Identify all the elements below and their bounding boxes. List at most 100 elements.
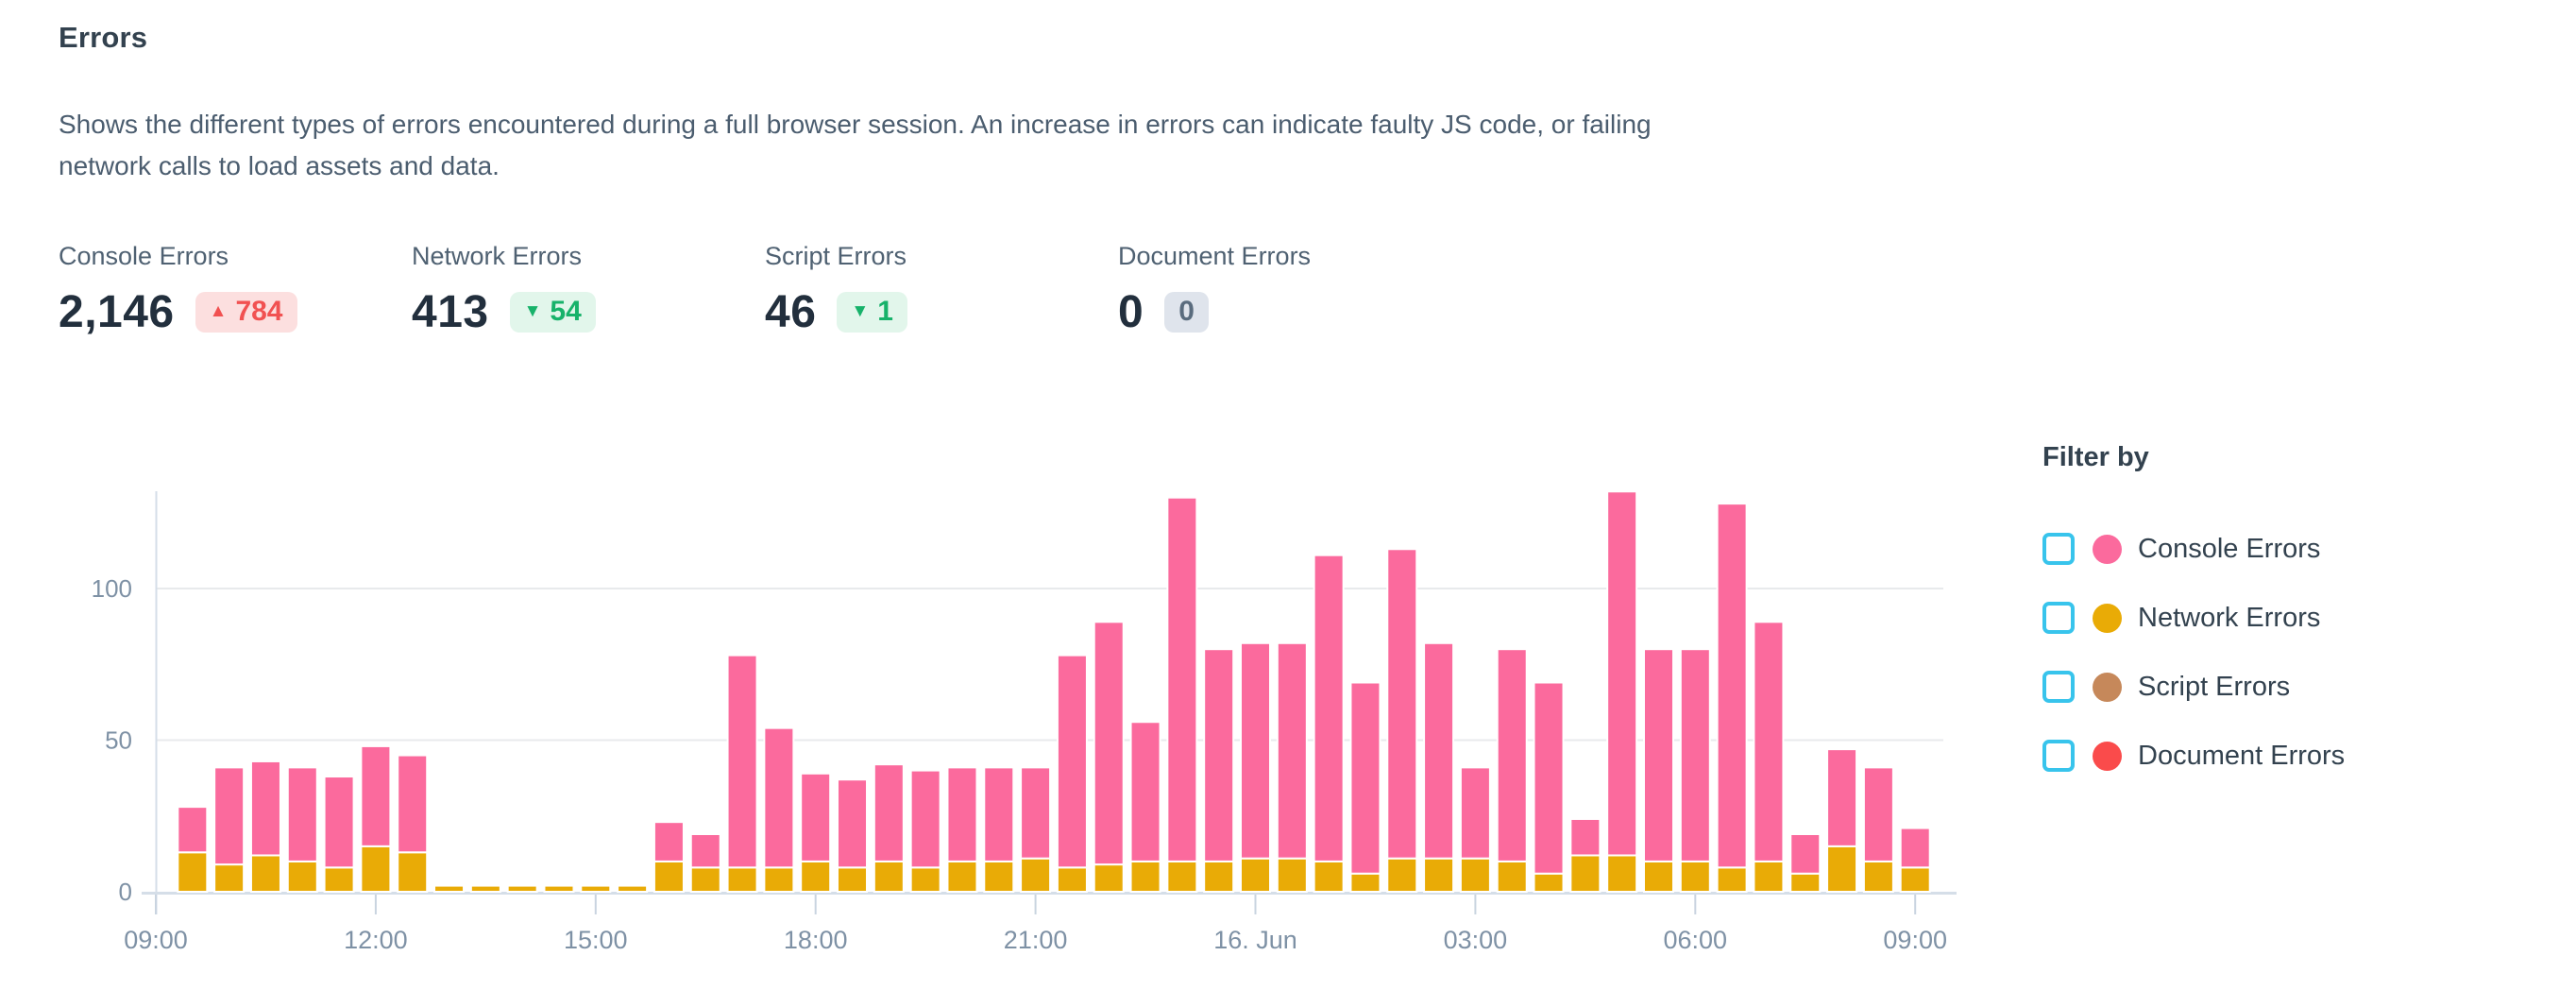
bar-network-10:30[interactable]	[251, 855, 280, 892]
bar-network-11:30[interactable]	[325, 867, 354, 892]
bar-network-09:30[interactable]	[178, 852, 207, 892]
bar-console-07:00[interactable]	[1754, 622, 1783, 862]
bar-console-05:30[interactable]	[1644, 649, 1673, 862]
bar-network-05:00[interactable]	[1607, 855, 1636, 892]
bar-console-08:30[interactable]	[1864, 767, 1893, 862]
bar-network-00:00[interactable]	[1241, 859, 1270, 892]
bar-console-06:00[interactable]	[1681, 649, 1710, 862]
bar-network-15:00[interactable]	[581, 886, 610, 892]
bar-console-19:30[interactable]	[911, 771, 941, 868]
bar-network-03:00[interactable]	[1461, 859, 1490, 892]
bar-network-18:00[interactable]	[801, 862, 830, 892]
bar-network-23:30[interactable]	[1204, 862, 1233, 892]
bar-console-21:30[interactable]	[1058, 656, 1087, 868]
bar-network-07:00[interactable]	[1754, 862, 1783, 892]
bar-network-12:00[interactable]	[361, 846, 390, 892]
bar-network-04:00[interactable]	[1534, 874, 1564, 892]
legend-items: Console Errors Network Errors Script Err…	[2042, 534, 2345, 771]
bar-console-10:00[interactable]	[214, 767, 244, 864]
bar-console-23:30[interactable]	[1204, 649, 1233, 862]
bar-network-21:30[interactable]	[1058, 867, 1087, 892]
bar-console-20:00[interactable]	[947, 767, 976, 862]
bar-console-06:30[interactable]	[1718, 504, 1747, 867]
bar-console-16:00[interactable]	[654, 822, 684, 862]
bar-console-02:00[interactable]	[1387, 549, 1416, 858]
bar-network-15:30[interactable]	[618, 886, 647, 892]
bar-console-03:30[interactable]	[1498, 649, 1527, 862]
legend-checkbox-script-errors[interactable]	[2042, 671, 2075, 703]
bar-console-11:30[interactable]	[325, 777, 354, 867]
bar-network-16:30[interactable]	[691, 867, 720, 892]
bar-console-22:30[interactable]	[1131, 722, 1161, 862]
bar-console-12:30[interactable]	[398, 756, 427, 853]
bar-console-19:00[interactable]	[874, 764, 904, 862]
bar-network-06:00[interactable]	[1681, 862, 1710, 892]
bar-console-18:00[interactable]	[801, 774, 830, 862]
bar-network-06:30[interactable]	[1718, 867, 1747, 892]
bar-network-01:00[interactable]	[1314, 862, 1344, 892]
bar-network-13:00[interactable]	[434, 886, 464, 892]
bar-network-18:30[interactable]	[838, 867, 867, 892]
bar-network-08:00[interactable]	[1827, 846, 1856, 892]
bar-console-02:30[interactable]	[1424, 643, 1453, 859]
bar-console-08:00[interactable]	[1827, 749, 1856, 846]
legend-checkbox-console-errors[interactable]	[2042, 533, 2075, 565]
bar-network-02:00[interactable]	[1387, 859, 1416, 892]
bar-console-20:30[interactable]	[984, 767, 1013, 862]
bar-console-05:00[interactable]	[1607, 491, 1636, 855]
bar-console-03:00[interactable]	[1461, 767, 1490, 858]
bar-console-16:30[interactable]	[691, 834, 720, 867]
bar-console-00:00[interactable]	[1241, 643, 1270, 859]
bar-network-12:30[interactable]	[398, 852, 427, 892]
bar-console-01:30[interactable]	[1350, 683, 1380, 874]
bar-network-23:00[interactable]	[1167, 862, 1196, 892]
bar-network-09:00[interactable]	[1901, 867, 1930, 892]
bar-network-05:30[interactable]	[1644, 862, 1673, 892]
bar-console-01:00[interactable]	[1314, 555, 1344, 862]
bar-network-20:00[interactable]	[947, 862, 976, 892]
bar-console-17:30[interactable]	[764, 728, 793, 868]
bar-network-03:30[interactable]	[1498, 862, 1527, 892]
bar-network-14:00[interactable]	[508, 886, 537, 892]
bar-network-16:00[interactable]	[654, 862, 684, 892]
series-color-dot-icon	[2093, 673, 2122, 702]
bar-network-21:00[interactable]	[1021, 859, 1050, 892]
bar-console-22:00[interactable]	[1094, 622, 1124, 864]
bar-network-02:30[interactable]	[1424, 859, 1453, 892]
bar-network-17:00[interactable]	[728, 867, 757, 892]
bar-console-09:00[interactable]	[1901, 828, 1930, 868]
bar-console-00:30[interactable]	[1278, 643, 1307, 859]
bar-console-10:30[interactable]	[251, 761, 280, 856]
legend-checkbox-document-errors[interactable]	[2042, 740, 2075, 772]
bar-network-19:30[interactable]	[911, 867, 941, 892]
bar-console-07:30[interactable]	[1790, 834, 1820, 874]
bar-network-22:00[interactable]	[1094, 864, 1124, 892]
bar-network-11:00[interactable]	[288, 862, 317, 892]
bar-console-04:30[interactable]	[1570, 819, 1600, 856]
bar-console-11:00[interactable]	[288, 767, 317, 862]
bar-network-20:30[interactable]	[984, 862, 1013, 892]
bar-network-19:00[interactable]	[874, 862, 904, 892]
x-axis-label-2100: 21:00	[1004, 926, 1068, 954]
bar-network-01:30[interactable]	[1350, 874, 1380, 892]
bar-network-08:30[interactable]	[1864, 862, 1893, 892]
bar-console-12:00[interactable]	[361, 746, 390, 846]
bar-console-18:30[interactable]	[838, 779, 867, 867]
bar-console-21:00[interactable]	[1021, 767, 1050, 858]
series-color-dot-icon	[2093, 535, 2122, 564]
bar-network-17:30[interactable]	[764, 867, 793, 892]
bar-console-09:30[interactable]	[178, 807, 207, 852]
bar-network-10:00[interactable]	[214, 864, 244, 892]
series-color-dot-icon	[2093, 742, 2122, 771]
legend-checkbox-network-errors[interactable]	[2042, 602, 2075, 634]
y-axis-label-0: 0	[119, 878, 132, 906]
bar-console-17:00[interactable]	[728, 656, 757, 868]
bar-network-22:30[interactable]	[1131, 862, 1161, 892]
bar-network-14:30[interactable]	[544, 886, 573, 892]
bar-network-04:30[interactable]	[1570, 855, 1600, 892]
bar-console-23:00[interactable]	[1167, 498, 1196, 862]
bar-console-04:00[interactable]	[1534, 683, 1564, 874]
bar-network-00:30[interactable]	[1278, 859, 1307, 892]
bar-network-07:30[interactable]	[1790, 874, 1820, 892]
bar-network-13:30[interactable]	[471, 886, 500, 892]
